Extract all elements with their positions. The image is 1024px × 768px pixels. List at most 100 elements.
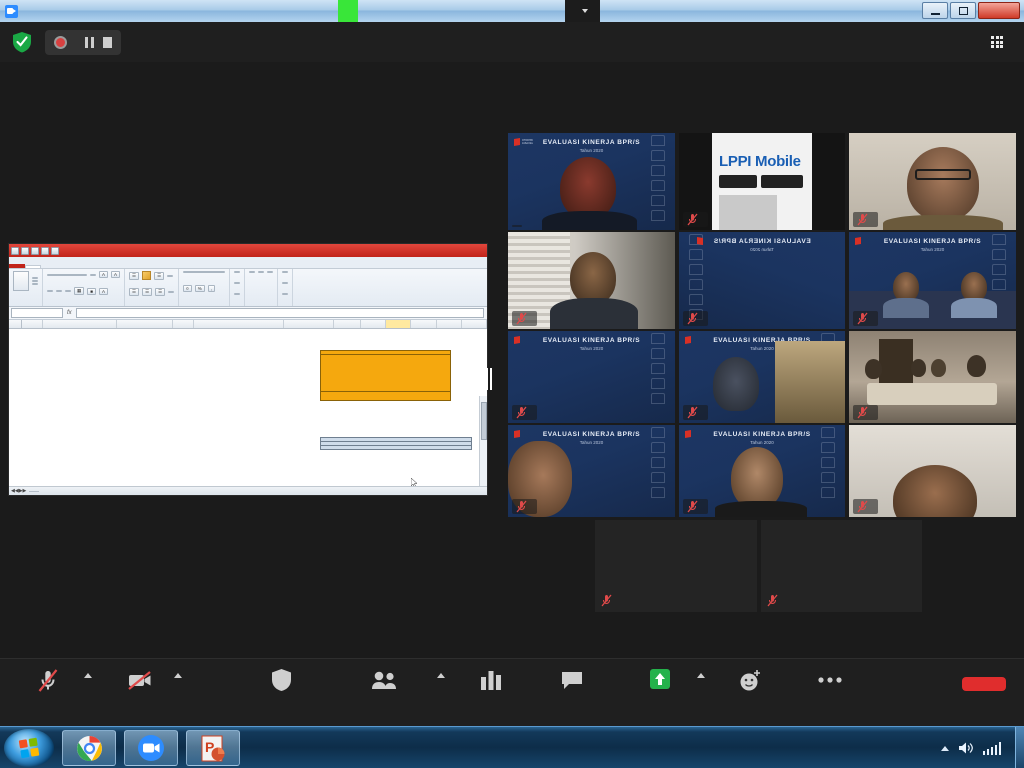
- merge-center-button[interactable]: [168, 291, 175, 293]
- column-header-j[interactable]: [411, 320, 437, 328]
- borders-button[interactable]: ▦: [74, 287, 85, 295]
- network-signal-icon[interactable]: [982, 741, 1001, 755]
- taskbar-app-zoom[interactable]: [124, 730, 178, 766]
- column-header-e[interactable]: [194, 320, 285, 328]
- video-tile-kopr-azofa[interactable]: EVALUASI KINERJA BPR/S Tahun 2020: [508, 331, 675, 423]
- insert-cells-button[interactable]: [249, 271, 256, 273]
- ribbon-tab-page-layout[interactable]: [55, 266, 69, 268]
- excel-vertical-scroll-thumb[interactable]: [481, 402, 487, 440]
- number-format-select[interactable]: [183, 271, 226, 273]
- ribbon-tab-file[interactable]: [9, 264, 25, 268]
- name-box[interactable]: [11, 308, 63, 318]
- quick-access-toolbar[interactable]: [9, 246, 59, 255]
- function-icon[interactable]: fx: [63, 310, 76, 316]
- increase-font-icon[interactable]: A: [99, 271, 109, 278]
- video-tile-kopr-rinaldi[interactable]: [761, 520, 922, 612]
- show-hidden-icons-icon[interactable]: [940, 745, 949, 751]
- autosum-button[interactable]: [282, 271, 289, 273]
- video-tile-bpr-lingga[interactable]: [849, 331, 1016, 423]
- excel-ribbon[interactable]: A A ▦ ■ A ☰ ☰ ☰ ☰ ☰ ¤ % ,: [9, 269, 487, 307]
- minimize-button[interactable]: [922, 2, 948, 19]
- view-options-button[interactable]: [565, 0, 600, 22]
- conditional-formatting-button[interactable]: [234, 271, 241, 273]
- wrap-text-button[interactable]: [167, 274, 174, 277]
- font-size-input[interactable]: [90, 273, 96, 276]
- column-header-l[interactable]: [462, 320, 487, 328]
- video-tile-divisi-pemasaran[interactable]: LPPI Mobile: [679, 133, 845, 230]
- ribbon-tab-home[interactable]: [25, 265, 41, 268]
- excel-ribbon-tabs[interactable]: [9, 257, 487, 269]
- comma-format-icon[interactable]: ,: [207, 285, 215, 292]
- video-tile-pd-bpr-mar[interactable]: [849, 425, 1016, 517]
- audio-options-caret-icon[interactable]: [84, 673, 92, 678]
- italic-button[interactable]: [56, 290, 62, 292]
- sort-filter-button[interactable]: [282, 282, 289, 284]
- maximize-button[interactable]: [950, 2, 976, 19]
- select-all-corner[interactable]: [9, 320, 22, 328]
- close-button[interactable]: [978, 2, 1020, 19]
- align-middle-icon[interactable]: [142, 271, 152, 280]
- ribbon-tab-data[interactable]: [83, 266, 97, 268]
- excel-formula-bar[interactable]: fx: [9, 307, 487, 320]
- shared-screen-excel[interactable]: A A ▦ ■ A ☰ ☰ ☰ ☰ ☰ ¤ % , fx ◀◀▶▶: [8, 243, 488, 496]
- start-button[interactable]: [4, 729, 54, 767]
- excel-vertical-scrollbar[interactable]: [479, 396, 487, 495]
- format-cells-button[interactable]: [267, 271, 274, 273]
- ribbon-tab-review[interactable]: [97, 266, 111, 268]
- share-screen-button[interactable]: [612, 667, 708, 698]
- column-header-k[interactable]: [437, 320, 462, 328]
- column-header-h[interactable]: [361, 320, 387, 328]
- taskbar-app-chrome[interactable]: [62, 730, 116, 766]
- decrease-font-icon[interactable]: A: [111, 271, 121, 278]
- video-tile-bang-ren[interactable]: [508, 232, 675, 329]
- end-meeting-button[interactable]: [962, 677, 1006, 691]
- spreadsheet-grid[interactable]: [9, 320, 487, 495]
- security-shield-icon[interactable]: [12, 31, 32, 53]
- ribbon-tab-formulas[interactable]: [69, 266, 83, 268]
- sheet-nav-icons[interactable]: ◀◀▶▶: [11, 488, 26, 494]
- security-button[interactable]: [233, 667, 329, 698]
- sheet-tab-sheet1[interactable]: [29, 490, 40, 492]
- currency-format-icon[interactable]: ¤: [183, 285, 192, 292]
- unmute-button[interactable]: [0, 667, 96, 698]
- show-desktop-button[interactable]: [1015, 727, 1024, 768]
- cut-button[interactable]: [32, 277, 38, 279]
- video-tile-bpr-artha[interactable]: [849, 133, 1016, 230]
- column-header-c[interactable]: [117, 320, 173, 328]
- column-header-g[interactable]: [334, 320, 361, 328]
- video-options-caret-icon[interactable]: [174, 673, 182, 678]
- align-bottom-icon[interactable]: ☰: [154, 271, 165, 280]
- column-header-i[interactable]: [386, 320, 412, 328]
- column-header-d[interactable]: [173, 320, 195, 328]
- font-name-input[interactable]: [47, 273, 87, 276]
- align-right-icon[interactable]: ☰: [155, 288, 166, 296]
- ribbon-tab-insert[interactable]: [41, 266, 55, 268]
- fill-color-button[interactable]: ■: [87, 287, 96, 295]
- excel-sheet-tab-bar[interactable]: ◀◀▶▶: [9, 486, 487, 495]
- video-tile-darwin[interactable]: EVALUASI KINERJA BPR/S Tahun 2020: [508, 425, 675, 517]
- format-as-table-button[interactable]: [234, 282, 241, 284]
- video-tile-muhammad[interactable]: EVALUASI KINERJA BPR/S Tahun 2020: [849, 232, 1016, 329]
- ribbon-tab-developer[interactable]: [125, 266, 139, 268]
- start-video-button[interactable]: [92, 667, 188, 698]
- cell-styles-button[interactable]: [234, 293, 241, 295]
- paste-button[interactable]: [13, 271, 29, 291]
- bold-button[interactable]: [47, 290, 53, 292]
- participants-button[interactable]: [339, 667, 435, 698]
- chat-button[interactable]: [524, 667, 620, 698]
- view-mode-button[interactable]: [991, 30, 1010, 54]
- video-tile-bprs-mitra[interactable]: EVALUASI KINERJA BPR/S Tahun 2020: [679, 331, 845, 423]
- column-header-b[interactable]: [43, 320, 117, 328]
- video-tile-kopr-elwas[interactable]: [595, 520, 757, 612]
- more-button[interactable]: [782, 667, 878, 698]
- formula-input[interactable]: [75, 308, 484, 318]
- delete-cells-button[interactable]: [258, 271, 265, 273]
- ribbon-tab-view[interactable]: [111, 266, 125, 268]
- pause-recording-button[interactable]: [85, 37, 94, 48]
- font-color-button[interactable]: A: [98, 287, 108, 295]
- align-center-icon[interactable]: ☰: [142, 288, 153, 296]
- video-tile-toni-lppi[interactable]: OTORITAS JASA KEUANGAN EVALUASI KINERJA …: [508, 133, 675, 230]
- video-tile-gordon-bpr[interactable]: EVALUASI KINERJA BPR/S Tahun 2020: [679, 232, 845, 329]
- find-select-button[interactable]: [282, 293, 289, 295]
- stop-recording-button[interactable]: [102, 37, 112, 48]
